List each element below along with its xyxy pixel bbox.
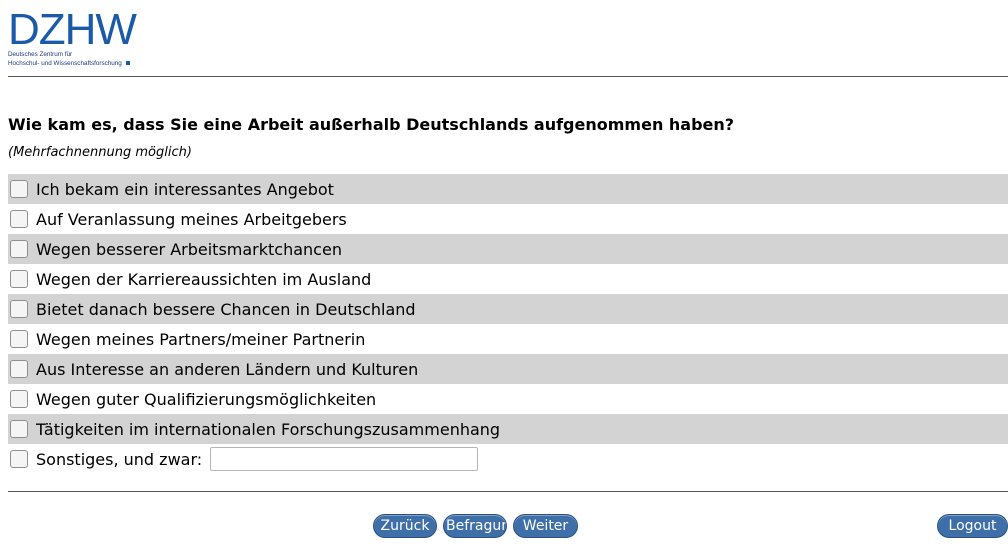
dzhw-logo: DZHW Deutsches Zentrum für Hochschul- un… <box>8 5 148 68</box>
survey-button[interactable]: Befragung <box>443 514 507 538</box>
option-checkbox[interactable] <box>10 360 28 378</box>
option-label[interactable]: Wegen der Karriereaussichten im Ausland <box>36 270 371 289</box>
next-button[interactable]: Weiter <box>513 514 578 538</box>
option-label-other[interactable]: Sonstiges, und zwar: <box>36 450 202 469</box>
option-label[interactable]: Wegen guter Qualifizierungsmöglichkeiten <box>36 390 376 409</box>
option-label[interactable]: Ich bekam ein interessantes Angebot <box>36 180 334 199</box>
option-row[interactable]: Auf Veranlassung meines Arbeitgebers <box>8 204 1008 234</box>
back-button[interactable]: Zurück <box>373 514 437 538</box>
logo-subline-2: Hochschul- und Wissenschaftsforschung <box>8 60 148 68</box>
option-checkbox[interactable] <box>10 420 28 438</box>
option-checkbox[interactable] <box>10 270 28 288</box>
option-row[interactable]: Wegen guter Qualifizierungsmöglichkeiten <box>8 384 1008 414</box>
option-checkbox[interactable] <box>10 390 28 408</box>
other-text-input[interactable] <box>210 447 479 471</box>
option-label[interactable]: Bietet danach bessere Chancen in Deutsch… <box>36 300 416 319</box>
option-checkbox[interactable] <box>10 330 28 348</box>
option-row[interactable]: Tätigkeiten im internationalen Forschung… <box>8 414 1008 444</box>
option-checkbox[interactable] <box>10 210 28 228</box>
footer-divider <box>8 491 1008 492</box>
question-hint: (Mehrfachnennung möglich) <box>8 145 192 160</box>
logout-button[interactable]: Logout <box>937 514 1008 538</box>
option-row[interactable]: Wegen besserer Arbeitsmarktchancen <box>8 234 1008 264</box>
answer-options: Ich bekam ein interessantes Angebot Auf … <box>8 174 1008 474</box>
option-label[interactable]: Auf Veranlassung meines Arbeitgebers <box>36 210 347 229</box>
option-row-other[interactable]: Sonstiges, und zwar: <box>8 444 1008 474</box>
option-row[interactable]: Wegen meines Partners/meiner Partnerin <box>8 324 1008 354</box>
option-row[interactable]: Wegen der Karriereaussichten im Ausland <box>8 264 1008 294</box>
header-divider <box>8 76 1008 77</box>
logo-square-icon <box>125 61 130 66</box>
option-row[interactable]: Bietet danach bessere Chancen in Deutsch… <box>8 294 1008 324</box>
option-row[interactable]: Aus Interesse an anderen Ländern und Kul… <box>8 354 1008 384</box>
option-label[interactable]: Wegen besserer Arbeitsmarktchancen <box>36 240 342 259</box>
option-checkbox[interactable] <box>10 300 28 318</box>
option-label[interactable]: Aus Interesse an anderen Ländern und Kul… <box>36 360 418 379</box>
option-checkbox-other[interactable] <box>10 450 28 468</box>
option-checkbox[interactable] <box>10 240 28 258</box>
option-label[interactable]: Tätigkeiten im internationalen Forschung… <box>36 420 500 439</box>
option-checkbox[interactable] <box>10 180 28 198</box>
logo-mark: DZHW <box>8 5 137 54</box>
option-row[interactable]: Ich bekam ein interessantes Angebot <box>8 174 1008 204</box>
option-label[interactable]: Wegen meines Partners/meiner Partnerin <box>36 330 365 349</box>
question-title: Wie kam es, dass Sie eine Arbeit außerha… <box>8 115 735 134</box>
logo-subline-2-text: Hochschul- und Wissenschaftsforschung <box>8 60 122 67</box>
